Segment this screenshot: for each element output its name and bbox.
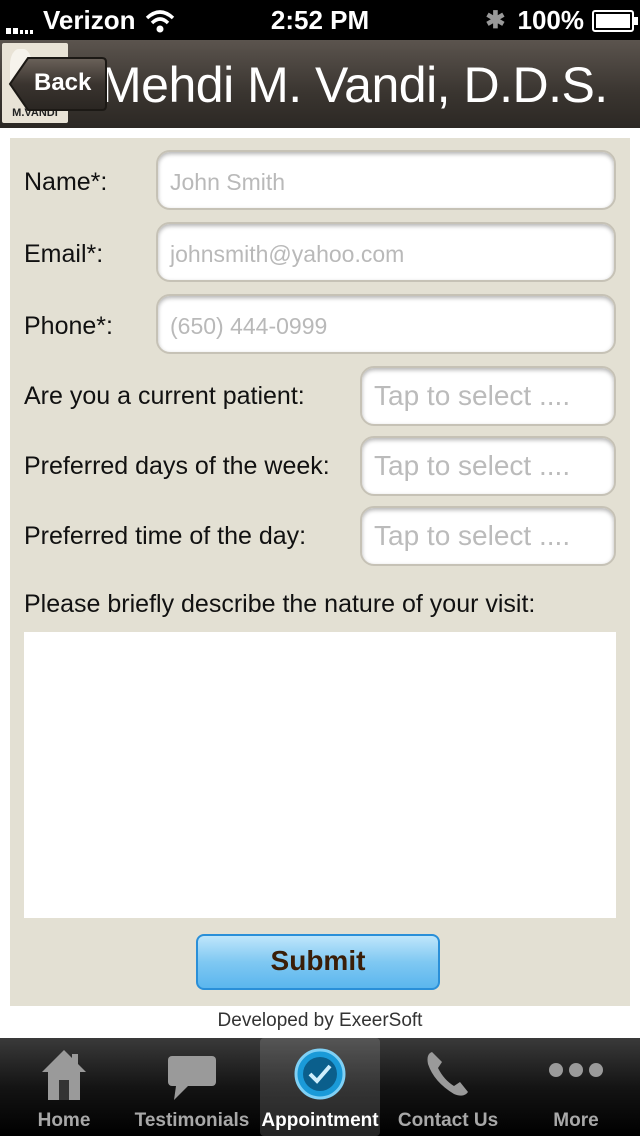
preferred-days-value: Tap to select .... xyxy=(374,450,571,481)
tab-label: More xyxy=(553,1110,599,1131)
current-patient-value: Tap to select .... xyxy=(374,380,571,411)
phone-field[interactable]: (650) 444-0999 xyxy=(156,294,616,354)
name-placeholder: John Smith xyxy=(170,169,286,195)
tab-label: Appointment xyxy=(261,1110,379,1131)
submit-button[interactable]: Submit xyxy=(196,934,440,990)
tab-appointment[interactable]: Appointment xyxy=(260,1038,380,1136)
phone-icon xyxy=(427,1052,468,1096)
tab-label: Testimonials xyxy=(134,1110,250,1131)
developer-credit: Developed by ExeerSoft xyxy=(217,1010,423,1031)
phone-placeholder: (650) 444-0999 xyxy=(170,313,328,339)
preferred-days-select[interactable]: Tap to select .... xyxy=(360,436,616,496)
back-label: Back xyxy=(34,69,92,96)
tab-home[interactable]: Home xyxy=(0,1038,128,1136)
battery-percent: 100% xyxy=(517,5,585,35)
name-label: Name*: xyxy=(24,168,108,196)
tab-more[interactable]: More xyxy=(512,1038,640,1136)
bluetooth-icon: ✱ xyxy=(485,7,506,34)
email-placeholder: johnsmith@yahoo.com xyxy=(170,241,405,267)
tab-testimonials[interactable]: Testimonials xyxy=(128,1038,256,1136)
tab-label: Contact Us xyxy=(397,1110,499,1131)
app-header: M.VANDI Mehdi M. Vandi, D.D.S. Back xyxy=(0,40,640,128)
status-bar: Verizon 2:52 PM ✱ 100% xyxy=(0,0,640,40)
battery-icon xyxy=(592,9,638,32)
phone-label: Phone*: xyxy=(24,312,113,340)
preferred-time-select[interactable]: Tap to select .... xyxy=(360,506,616,566)
email-label: Email*: xyxy=(24,240,104,268)
visit-description-textarea[interactable] xyxy=(24,632,616,918)
email-field[interactable]: johnsmith@yahoo.com xyxy=(156,222,616,282)
visit-description-label: Please briefly describe the nature of yo… xyxy=(24,590,536,618)
more-dots-icon xyxy=(549,1063,603,1077)
speech-bubble-icon xyxy=(168,1056,216,1100)
tab-label: Home xyxy=(37,1110,91,1131)
preferred-time-value: Tap to select .... xyxy=(374,520,571,551)
appointment-form: Name*: John Smith Email*: johnsmith@yaho… xyxy=(10,138,630,1006)
preferred-time-label: Preferred time of the day: xyxy=(24,522,307,550)
name-field[interactable]: John Smith xyxy=(156,150,616,210)
preferred-days-label: Preferred days of the week: xyxy=(24,452,330,480)
home-icon xyxy=(42,1050,86,1100)
current-patient-select[interactable]: Tap to select .... xyxy=(360,366,616,426)
tab-bar: Home Testimonials Appointment Contact Us… xyxy=(0,1038,640,1136)
tab-contact-us[interactable]: Contact Us xyxy=(384,1038,512,1136)
clock-check-icon xyxy=(294,1048,346,1100)
back-button[interactable]: Back xyxy=(8,56,108,112)
current-patient-label: Are you a current patient: xyxy=(24,382,305,410)
page-title: Mehdi M. Vandi, D.D.S. xyxy=(100,57,608,113)
